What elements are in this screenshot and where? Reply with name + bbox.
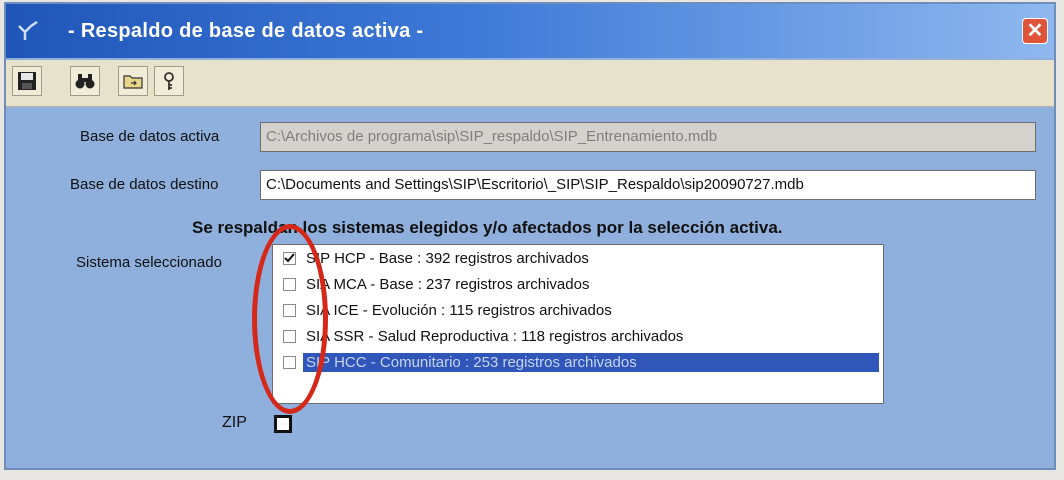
list-item[interactable]: SIA MCA - Base : 237 registros archivado… — [277, 273, 877, 297]
search-button[interactable] — [70, 66, 100, 96]
system-label-text: SIA MCA - Base : 237 registros archivado… — [306, 276, 590, 293]
title-bar[interactable]: - Respaldo de base de datos activa - ✕ — [6, 4, 1054, 58]
db-active-field: C:\Archivos de programa\sip\SIP_respaldo… — [260, 122, 1036, 152]
folder-icon — [123, 75, 143, 89]
save-icon — [18, 72, 36, 90]
system-label-text: SIA ICE - Evolución : 115 registros arch… — [306, 302, 612, 319]
list-item[interactable]: SIA ICE - Evolución : 115 registros arch… — [277, 299, 877, 323]
db-dest-label: Base de datos destino — [70, 176, 219, 193]
zip-checkbox[interactable] — [274, 415, 292, 433]
db-active-label: Base de datos activa — [80, 128, 220, 145]
db-dest-field[interactable]: C:\Documents and Settings\SIP\Escritorio… — [260, 170, 1036, 200]
key-button[interactable] — [154, 66, 184, 96]
list-item[interactable]: SIP HCC - Comunitario : 253 registros ar… — [277, 351, 879, 375]
list-item[interactable]: SIP HCP - Base : 392 registros archivado… — [277, 247, 877, 271]
window-title: - Respaldo de base de datos activa - — [68, 20, 424, 42]
close-button[interactable]: ✕ — [1022, 18, 1048, 44]
system-list[interactable]: SIP HCP - Base : 392 registros archivado… — [272, 244, 884, 404]
system-label-text: SIP HCC - Comunitario : 253 registros ar… — [303, 353, 879, 372]
list-item[interactable]: SIA SSR - Salud Reproductiva : 118 regis… — [277, 325, 877, 349]
open-folder-button[interactable] — [118, 66, 148, 96]
toolbar — [6, 60, 1054, 107]
system-label-text: SIP HCP - Base : 392 registros archivado… — [306, 250, 589, 267]
binoculars-icon — [75, 74, 95, 89]
key-icon — [164, 72, 174, 90]
zip-label: ZIP — [222, 414, 247, 431]
system-label-text: SIA SSR - Salud Reproductiva : 118 regis… — [306, 328, 684, 345]
app-icon — [18, 20, 38, 40]
save-button[interactable] — [12, 66, 42, 96]
system-label: Sistema seleccionado — [76, 254, 222, 271]
backup-dialog: - Respaldo de base de datos activa - ✕ B… — [4, 2, 1056, 470]
highlight-annotation — [252, 224, 328, 414]
